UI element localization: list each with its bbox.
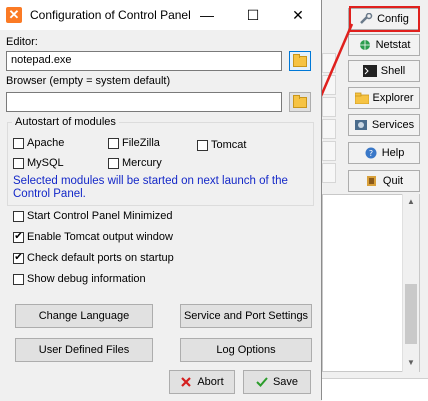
- module-grid-cell: [322, 97, 336, 117]
- quit-button[interactable]: Quit: [348, 170, 420, 192]
- mercury-checkbox[interactable]: Mercury: [108, 157, 162, 169]
- close-icon: ✕: [292, 6, 304, 23]
- service-port-settings-button[interactable]: Service and Port Settings: [180, 304, 312, 328]
- module-grid-cell: [322, 75, 336, 95]
- checkbox-box[interactable]: ✔: [13, 252, 24, 264]
- scroll-down-icon[interactable]: ▼: [407, 358, 415, 367]
- quit-icon: [366, 176, 376, 186]
- services-icon: [354, 120, 367, 130]
- browser-input[interactable]: [6, 92, 282, 112]
- checkbox-box[interactable]: [108, 157, 119, 169]
- title-bar[interactable]: ✕ Configuration of Control Panel — ☐ ✕: [0, 0, 321, 30]
- terminal-icon: [362, 65, 377, 77]
- explorer-label: Explorer: [372, 92, 414, 104]
- help-label: Help: [381, 147, 405, 159]
- autostart-title: Autostart of modules: [12, 116, 119, 128]
- checkbox-box[interactable]: [13, 157, 24, 169]
- abort-x-icon: [181, 377, 192, 387]
- tomcat-label: Tomcat: [211, 139, 247, 151]
- browser-label: Browser (empty = system default): [6, 75, 171, 87]
- folder-icon: [293, 94, 307, 108]
- svg-text:?: ?: [369, 149, 373, 158]
- netstat-label: Netstat: [375, 39, 411, 51]
- explorer-button[interactable]: Explorer: [348, 87, 420, 109]
- option-label: Start Control Panel Minimized: [27, 210, 173, 222]
- filezilla-checkbox[interactable]: FileZilla: [108, 137, 160, 149]
- minimize-icon: —: [200, 7, 214, 23]
- services-button[interactable]: Services: [348, 114, 420, 136]
- scroll-thumb[interactable]: [405, 284, 417, 344]
- abort-button[interactable]: Abort: [169, 370, 235, 394]
- shell-button[interactable]: Shell: [348, 60, 420, 82]
- editor-browse-button[interactable]: [289, 51, 311, 71]
- checkbox-box[interactable]: [108, 137, 119, 149]
- mysql-checkbox[interactable]: MySQL: [13, 157, 64, 169]
- save-button[interactable]: Save: [243, 370, 311, 394]
- check-ports-checkbox[interactable]: ✔ Check default ports on startup: [13, 252, 174, 264]
- config-highlight-box: [349, 6, 420, 32]
- xampp-logo-icon: ✕: [6, 7, 22, 23]
- module-grid-cell: [322, 53, 336, 73]
- option-label: Check default ports on startup: [27, 252, 174, 264]
- editor-input[interactable]: notepad.exe: [6, 51, 282, 71]
- folder-icon: [293, 53, 307, 67]
- apache-label: Apache: [27, 137, 65, 149]
- checkmark-icon: [256, 377, 268, 387]
- mysql-label: MySQL: [27, 157, 64, 169]
- maximize-icon: ☐: [246, 6, 260, 23]
- scroll-up-icon[interactable]: ▲: [407, 197, 415, 206]
- tomcat-output-checkbox[interactable]: ✔ Enable Tomcat output window: [13, 231, 173, 243]
- option-label: Show debug information: [27, 273, 146, 285]
- debug-info-checkbox[interactable]: Show debug information: [13, 273, 146, 285]
- apache-checkbox[interactable]: Apache: [13, 137, 64, 149]
- maximize-button[interactable]: ☐: [230, 0, 276, 30]
- log-scrollbar[interactable]: ▲ ▼: [402, 194, 419, 372]
- module-grid-cell: [322, 163, 336, 183]
- user-defined-files-button[interactable]: User Defined Files: [15, 338, 153, 362]
- window-title: Configuration of Control Panel: [30, 8, 191, 22]
- filezilla-label: FileZilla: [122, 137, 160, 149]
- tomcat-checkbox[interactable]: Tomcat: [197, 139, 246, 151]
- status-strip: [322, 378, 428, 401]
- help-button[interactable]: ? Help: [348, 142, 420, 164]
- log-options-label: Log Options: [216, 344, 276, 356]
- checkbox-box[interactable]: ✔: [13, 231, 24, 243]
- change-language-label: Change Language: [38, 310, 130, 322]
- checkbox-box[interactable]: [13, 273, 24, 285]
- netstat-button[interactable]: Netstat: [348, 34, 420, 56]
- config-dialog: ✕ Configuration of Control Panel — ☐ ✕ E…: [0, 0, 322, 400]
- module-grid-cell: [322, 141, 336, 161]
- autostart-note: Selected modules will be started on next…: [13, 175, 288, 200]
- change-language-button[interactable]: Change Language: [15, 304, 153, 328]
- service-port-label: Service and Port Settings: [183, 310, 309, 322]
- save-label: Save: [272, 376, 299, 388]
- checkbox-box[interactable]: [197, 139, 208, 151]
- user-files-label: User Defined Files: [38, 344, 130, 356]
- mercury-label: Mercury: [122, 157, 162, 169]
- log-options-button[interactable]: Log Options: [180, 338, 312, 362]
- abort-label: Abort: [197, 376, 224, 388]
- help-icon: ?: [365, 147, 377, 159]
- browser-browse-button[interactable]: [289, 92, 311, 112]
- checkbox-box[interactable]: [13, 137, 24, 149]
- editor-label: Editor:: [6, 36, 38, 48]
- shell-label: Shell: [380, 65, 406, 77]
- minimize-button[interactable]: —: [184, 0, 230, 30]
- close-button[interactable]: ✕: [275, 0, 321, 30]
- start-minimized-checkbox[interactable]: Start Control Panel Minimized: [13, 210, 173, 222]
- option-label: Enable Tomcat output window: [27, 231, 173, 243]
- checkbox-box[interactable]: [13, 210, 24, 222]
- folder-icon: [354, 92, 369, 104]
- globe-icon: [359, 40, 370, 50]
- quit-label: Quit: [382, 175, 404, 187]
- module-grid-cell: [322, 119, 336, 139]
- services-label: Services: [371, 119, 415, 131]
